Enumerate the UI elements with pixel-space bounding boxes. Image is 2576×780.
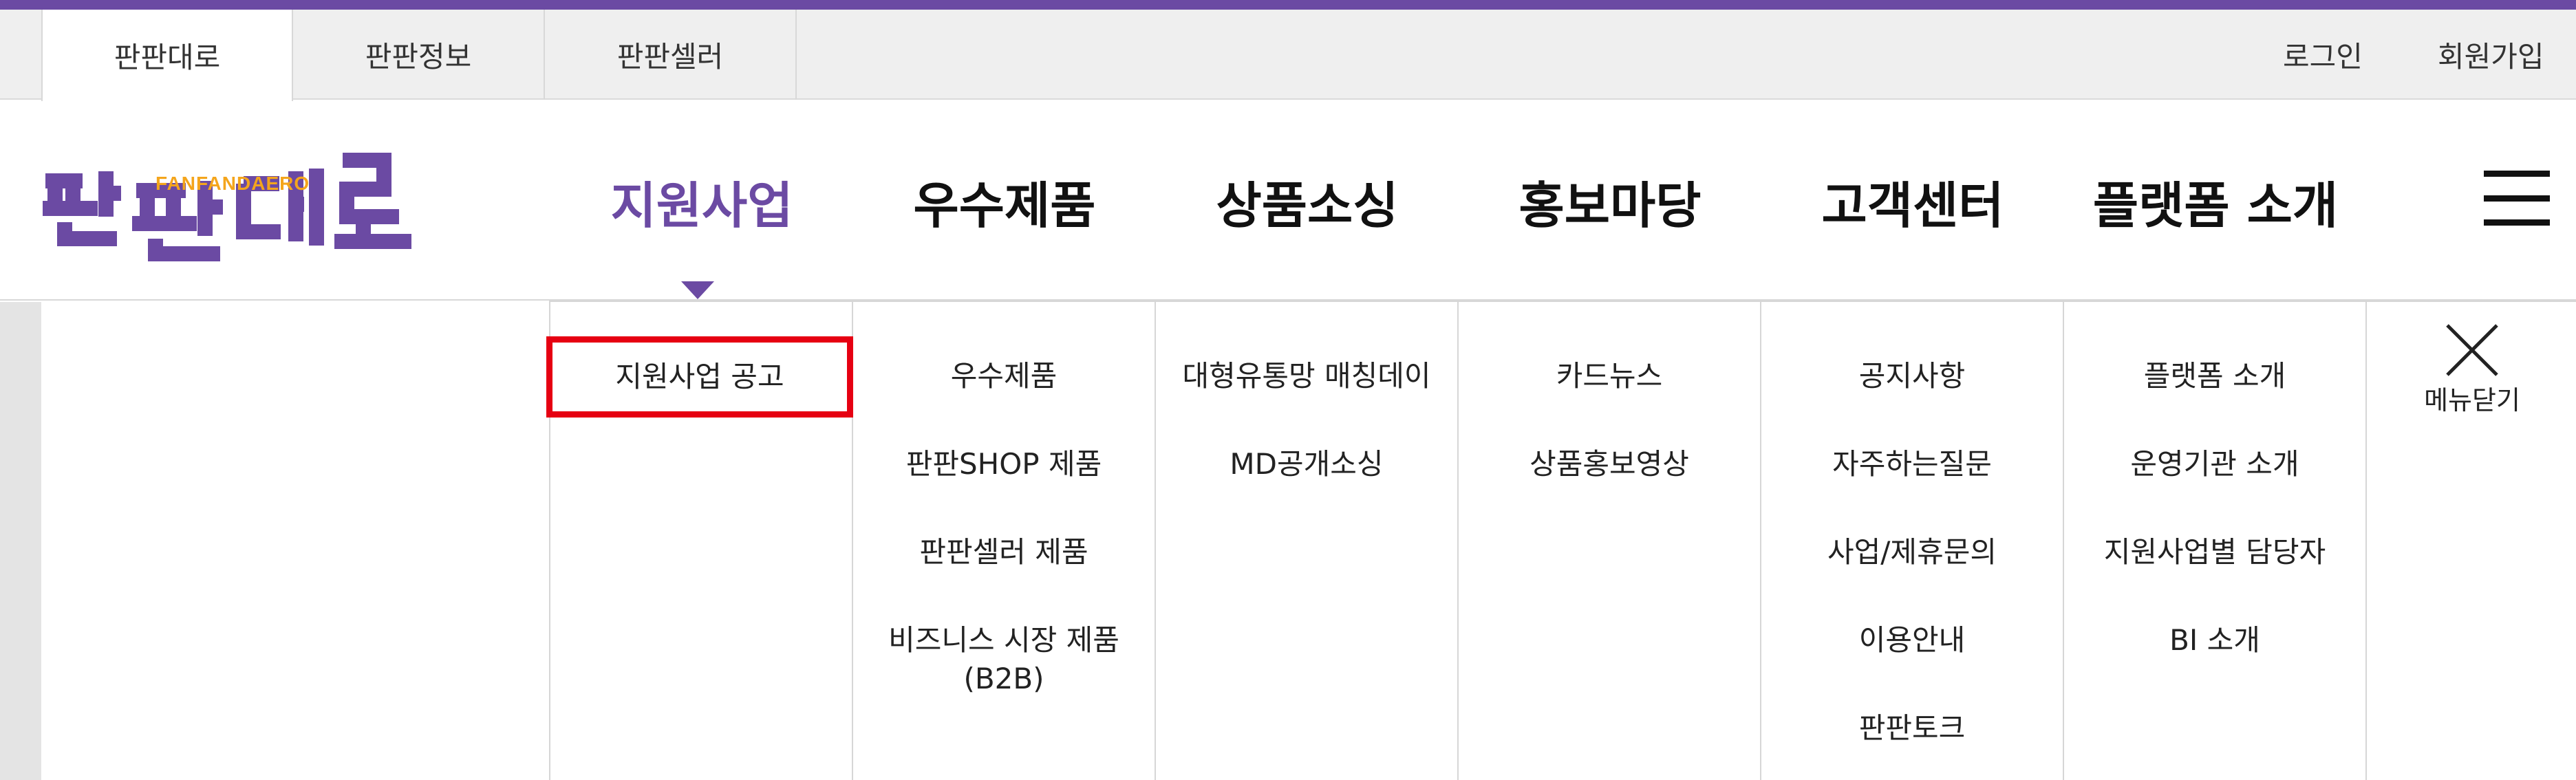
left-gutter (0, 302, 41, 780)
signup-link[interactable]: 회원가입 (2438, 10, 2544, 100)
hamburger-icon[interactable] (2484, 171, 2550, 226)
mega-menu-panel: 지원사업 공고 우수제품 판판SHOP 제품 판판셀러 제품 비즈니스 시장 제… (546, 301, 2576, 780)
menu-column-customer: 공지사항 자주하는질문 사업/제휴문의 이용안내 판판토크 (1761, 302, 2064, 780)
close-menu-label: 메뉴닫기 (2424, 385, 2520, 415)
hamburger-line (2484, 219, 2550, 226)
logo-english-text: FANFANDAERO (155, 173, 310, 194)
menu-item-excellent-products[interactable]: 우수제품 (853, 357, 1155, 396)
logo-mark (43, 153, 411, 261)
nav-promotion[interactable]: 홍보마당 (1472, 101, 1748, 301)
nav-customer-center[interactable]: 고객센터 (1775, 101, 2050, 301)
menu-item-operator-intro[interactable]: 운영기관 소개 (2064, 445, 2365, 484)
menu-column-products: 우수제품 판판SHOP 제품 판판셀러 제품 비즈니스 시장 제품 (B2B) (853, 302, 1156, 780)
nav-product-sourcing[interactable]: 상품소싱 (1170, 101, 1445, 301)
main-header: FANFANDAERO 지원사업 우수제품 상품소싱 홍보마당 고객센터 플랫폼… (0, 101, 2576, 301)
login-link[interactable]: 로그인 (2283, 10, 2363, 100)
menu-item-shop-products[interactable]: 판판SHOP 제품 (853, 445, 1155, 484)
tab-fanfan-info[interactable]: 판판정보 (293, 10, 545, 100)
highlight-box: 지원사업 공고 (546, 336, 853, 418)
menu-item-bi-intro[interactable]: BI 소개 (2064, 621, 2365, 660)
menu-item-b2b-products[interactable]: 비즈니스 시장 제품 (B2B) (853, 621, 1155, 698)
menu-column-close: 메뉴닫기 (2367, 302, 2576, 780)
menu-item-matching-day[interactable]: 대형유통망 매칭데이 (1156, 357, 1457, 396)
menu-item-fanfan-talk[interactable]: 판판토크 (1761, 709, 2063, 748)
menu-item-promo-video[interactable]: 상품홍보영상 (1459, 445, 1760, 484)
site-logo[interactable]: FANFANDAERO (40, 136, 418, 266)
utility-bar: 판판대로 판판정보 판판셀러 로그인 회원가입 (0, 10, 2576, 101)
menu-column-platform: 플랫폼 소개 운영기관 소개 지원사업별 담당자 BI 소개 (2064, 302, 2367, 780)
close-icon (2446, 324, 2498, 376)
menu-column-sourcing: 대형유통망 매칭데이 MD공개소싱 (1156, 302, 1459, 780)
nav-excellent-products[interactable]: 우수제품 (867, 101, 1142, 301)
menu-item-project-managers[interactable]: 지원사업별 담당자 (2064, 533, 2365, 572)
tab-fanfandaero[interactable]: 판판대로 (41, 10, 293, 101)
menu-item-card-news[interactable]: 카드뉴스 (1459, 357, 1760, 396)
menu-item-support-notice[interactable]: 지원사업 공고 (552, 358, 847, 396)
menu-column-support: 지원사업 공고 (546, 302, 853, 780)
menu-item-faq[interactable]: 자주하는질문 (1761, 445, 2063, 484)
nav-platform-intro[interactable]: 플랫폼 소개 (2078, 101, 2353, 301)
menu-item-platform-intro[interactable]: 플랫폼 소개 (2064, 357, 2365, 396)
menu-column-promotion: 카드뉴스 상품홍보영상 (1459, 302, 1761, 780)
menu-item-usage-guide[interactable]: 이용안내 (1761, 621, 2063, 660)
menu-item-partnership-inquiry[interactable]: 사업/제휴문의 (1761, 533, 2063, 572)
menu-item-seller-products[interactable]: 판판셀러 제품 (853, 533, 1155, 572)
close-menu-button[interactable]: 메뉴닫기 (2367, 323, 2576, 417)
active-nav-caret-icon (681, 281, 714, 299)
top-accent-bar (0, 0, 2576, 10)
hamburger-line (2484, 195, 2550, 202)
hamburger-line (2484, 171, 2550, 177)
nav-support-projects[interactable]: 지원사업 (564, 101, 839, 301)
menu-item-md-sourcing[interactable]: MD공개소싱 (1156, 445, 1457, 484)
tab-fanfan-seller[interactable]: 판판셀러 (545, 10, 797, 100)
menu-item-notices[interactable]: 공지사항 (1761, 357, 2063, 396)
